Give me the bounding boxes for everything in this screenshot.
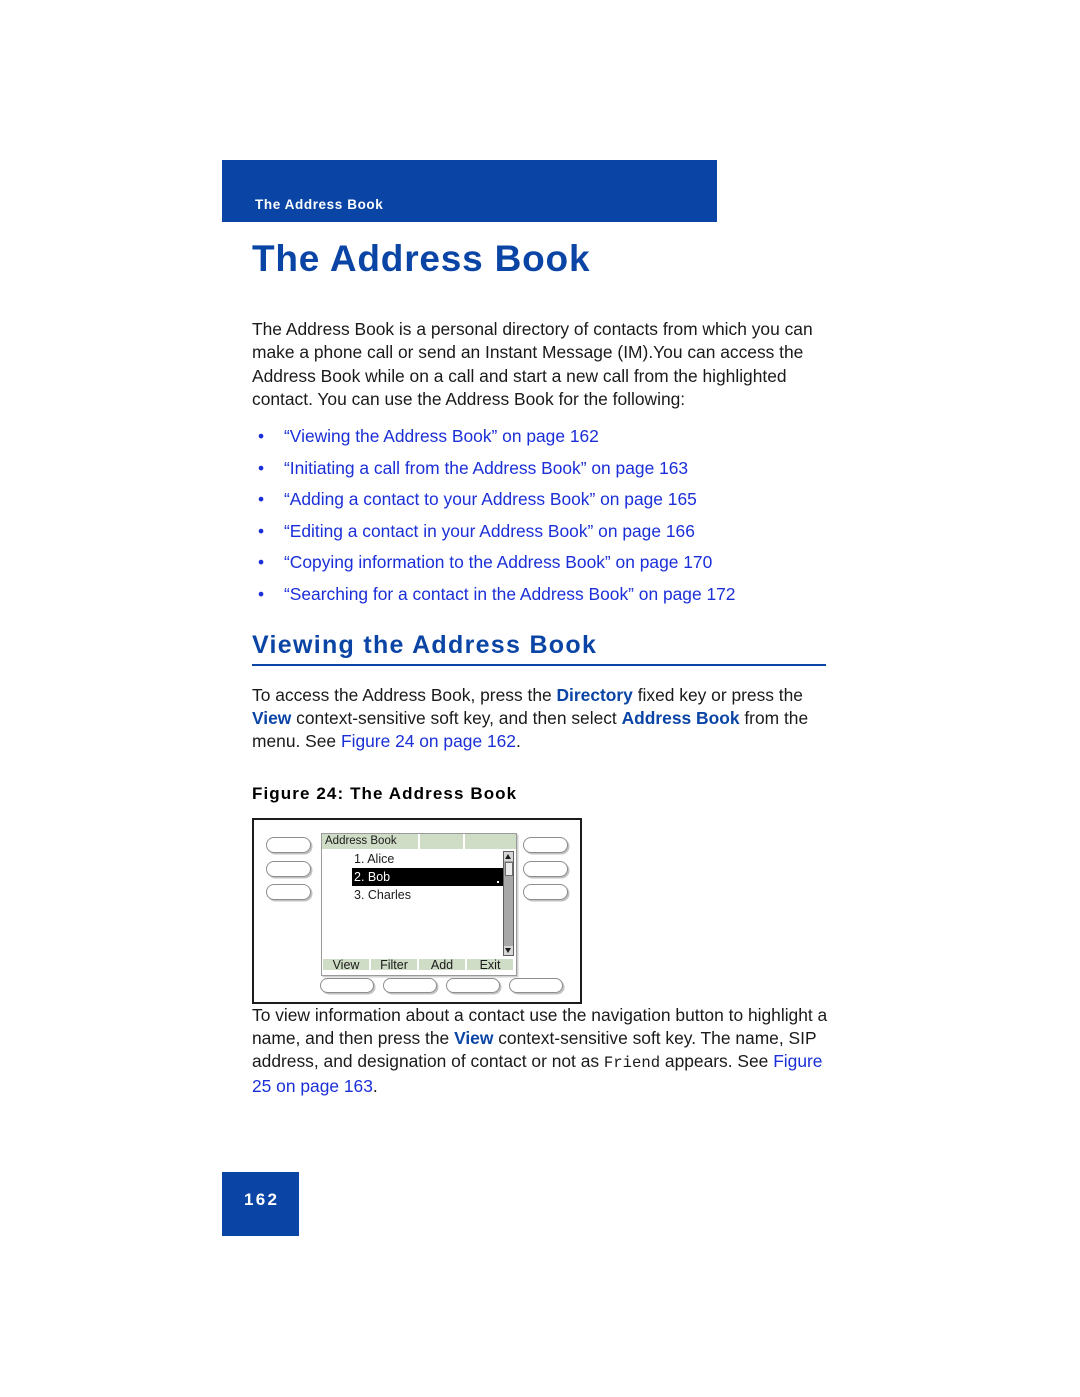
figure-caption: Figure 24: The Address Book bbox=[252, 783, 518, 803]
lcd-softkey-label: Add bbox=[430, 957, 454, 972]
section-heading-group: Viewing the Address Book bbox=[252, 631, 828, 666]
paragraph-text: context-sensitive soft key, and then sel… bbox=[291, 707, 622, 728]
phone-bottom-key-2[interactable] bbox=[383, 977, 437, 993]
lcd-row-marker-icon bbox=[497, 880, 499, 883]
bullet-icon: • bbox=[258, 552, 265, 573]
lcd-list-item[interactable]: 1. Alice bbox=[322, 850, 503, 868]
key-view: View bbox=[454, 1027, 494, 1048]
lcd-scrollbar[interactable] bbox=[503, 850, 514, 956]
list-item[interactable]: • “Editing a contact in your Address Boo… bbox=[252, 520, 828, 542]
closing-paragraph: To view information about a contact use … bbox=[252, 1004, 828, 1099]
xref-link[interactable]: “Copying information to the Address Book… bbox=[284, 552, 712, 572]
lcd-softkey-view[interactable]: View bbox=[323, 958, 369, 972]
figure-24-link[interactable]: Figure 24 on page 162 bbox=[341, 731, 516, 751]
xref-link[interactable]: “Adding a contact to your Address Book” … bbox=[284, 489, 697, 509]
lcd-title-segment-2 bbox=[420, 833, 463, 849]
mono-friend: Friend bbox=[603, 1054, 661, 1073]
key-view: View bbox=[252, 707, 292, 728]
scrollbar-thumb[interactable] bbox=[504, 861, 513, 876]
lcd-softkey-label: Filter bbox=[380, 957, 408, 972]
section-paragraph: To access the Address Book, press the Di… bbox=[252, 684, 828, 754]
phone-right-key-3[interactable] bbox=[523, 883, 568, 900]
phone-left-key-1[interactable] bbox=[266, 836, 311, 853]
intro-paragraph: The Address Book is a personal directory… bbox=[252, 319, 813, 409]
xref-link[interactable]: “Editing a contact in your Address Book”… bbox=[284, 521, 695, 541]
content-column: The Address Book is a personal directory… bbox=[252, 318, 828, 1099]
scroll-up-arrow-icon[interactable] bbox=[504, 851, 513, 861]
lcd-softkey-add[interactable]: Add bbox=[419, 958, 465, 972]
list-item[interactable]: • “Initiating a call from the Address Bo… bbox=[252, 457, 828, 479]
paragraph-text: To access the Address Book, press the bbox=[252, 684, 557, 705]
list-item[interactable]: • “Viewing the Address Book” on page 162 bbox=[252, 425, 828, 447]
lcd-softkey-exit[interactable]: Exit bbox=[467, 958, 513, 972]
lcd-contact-list: 1. Alice 2. Bob 3. Charles bbox=[322, 850, 503, 904]
page-title: The Address Book bbox=[252, 238, 591, 279]
bullet-icon: • bbox=[258, 426, 265, 447]
bullet-icon: • bbox=[258, 457, 265, 478]
lcd-softkey-label: View bbox=[332, 957, 360, 972]
phone-figure: Address Book 1. Alice 2. Bob 3. Charles … bbox=[252, 817, 582, 1004]
lcd-title-label: Address Book bbox=[325, 834, 397, 847]
running-header-label: The Address Book bbox=[255, 197, 384, 212]
lcd-softkey-label: Exit bbox=[479, 957, 501, 972]
phone-lcd-screen: Address Book 1. Alice 2. Bob 3. Charles … bbox=[321, 832, 517, 976]
lcd-softkey-filter[interactable]: Filter bbox=[371, 958, 417, 972]
paragraph-text: fixed key or press the bbox=[632, 684, 803, 705]
phone-bottom-key-3[interactable] bbox=[446, 977, 500, 993]
key-address-book: Address Book bbox=[621, 707, 740, 728]
running-header-bar: The Address Book bbox=[222, 160, 717, 222]
phone-left-key-3[interactable] bbox=[266, 883, 311, 900]
lcd-title-bar: Address Book bbox=[322, 833, 516, 849]
list-item[interactable]: • “Adding a contact to your Address Book… bbox=[252, 488, 828, 510]
xref-link[interactable]: “Initiating a call from the Address Book… bbox=[284, 458, 688, 478]
xref-link[interactable]: “Searching for a contact in the Address … bbox=[284, 584, 735, 604]
lcd-list-item[interactable]: 3. Charles bbox=[322, 886, 503, 904]
section-heading: Viewing the Address Book bbox=[252, 630, 598, 659]
phone-right-key-1[interactable] bbox=[523, 836, 568, 853]
lcd-title-segment-3 bbox=[465, 833, 516, 849]
paragraph-text: appears. See bbox=[660, 1051, 774, 1072]
page-number-block: 162 bbox=[222, 1172, 299, 1236]
lcd-softkey-row: View Filter Add Exit bbox=[322, 951, 516, 975]
paragraph-text: . bbox=[372, 1076, 378, 1097]
lcd-list-item-label: 2. Bob bbox=[354, 869, 391, 884]
list-item[interactable]: • “Searching for a contact in the Addres… bbox=[252, 583, 828, 605]
paragraph-text: . bbox=[515, 731, 521, 752]
bullet-icon: • bbox=[258, 520, 265, 541]
cross-reference-list: • “Viewing the Address Book” on page 162… bbox=[252, 425, 828, 605]
lcd-list-item-selected[interactable]: 2. Bob bbox=[352, 867, 503, 886]
page-number: 162 bbox=[244, 1190, 280, 1209]
phone-bottom-key-1[interactable] bbox=[320, 977, 374, 993]
list-item[interactable]: • “Copying information to the Address Bo… bbox=[252, 551, 828, 573]
bullet-icon: • bbox=[258, 583, 265, 604]
phone-left-key-2[interactable] bbox=[266, 860, 311, 877]
key-directory: Directory bbox=[556, 684, 633, 705]
phone-right-key-2[interactable] bbox=[523, 860, 568, 877]
bullet-icon: • bbox=[258, 489, 265, 510]
section-divider bbox=[252, 663, 826, 666]
phone-bottom-key-4[interactable] bbox=[509, 977, 563, 993]
xref-link[interactable]: “Viewing the Address Book” on page 162 bbox=[284, 426, 599, 446]
